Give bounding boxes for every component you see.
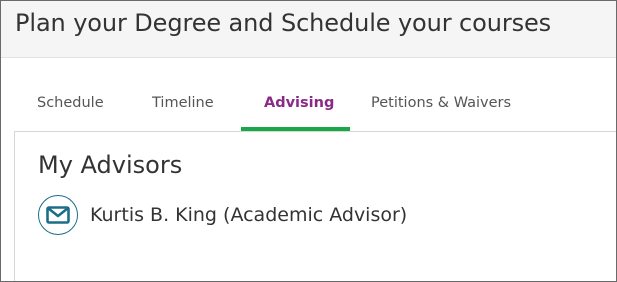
envelope-icon — [46, 206, 70, 224]
tab-petitions-waivers[interactable]: Petitions & Waivers — [371, 95, 511, 111]
advisor-name: Kurtis B. King (Academic Advisor) — [90, 204, 408, 226]
tab-timeline[interactable]: Timeline — [152, 95, 214, 111]
section-title-my-advisors: My Advisors — [38, 151, 183, 179]
tab-schedule[interactable]: Schedule — [37, 95, 104, 111]
page-title: Plan your Degree and Schedule your cours… — [15, 9, 552, 37]
degree-plan-window: Plan your Degree and Schedule your cours… — [0, 0, 617, 282]
tab-bar: Schedule Timeline Advising Petitions & W… — [14, 83, 616, 132]
email-advisor-button[interactable] — [38, 195, 78, 235]
tab-advising[interactable]: Advising — [264, 95, 334, 111]
page-header: Plan your Degree and Schedule your cours… — [1, 1, 616, 58]
active-tab-indicator — [241, 127, 350, 131]
content-divider — [14, 132, 15, 281]
advisor-item: Kurtis B. King (Academic Advisor) — [38, 195, 538, 241]
